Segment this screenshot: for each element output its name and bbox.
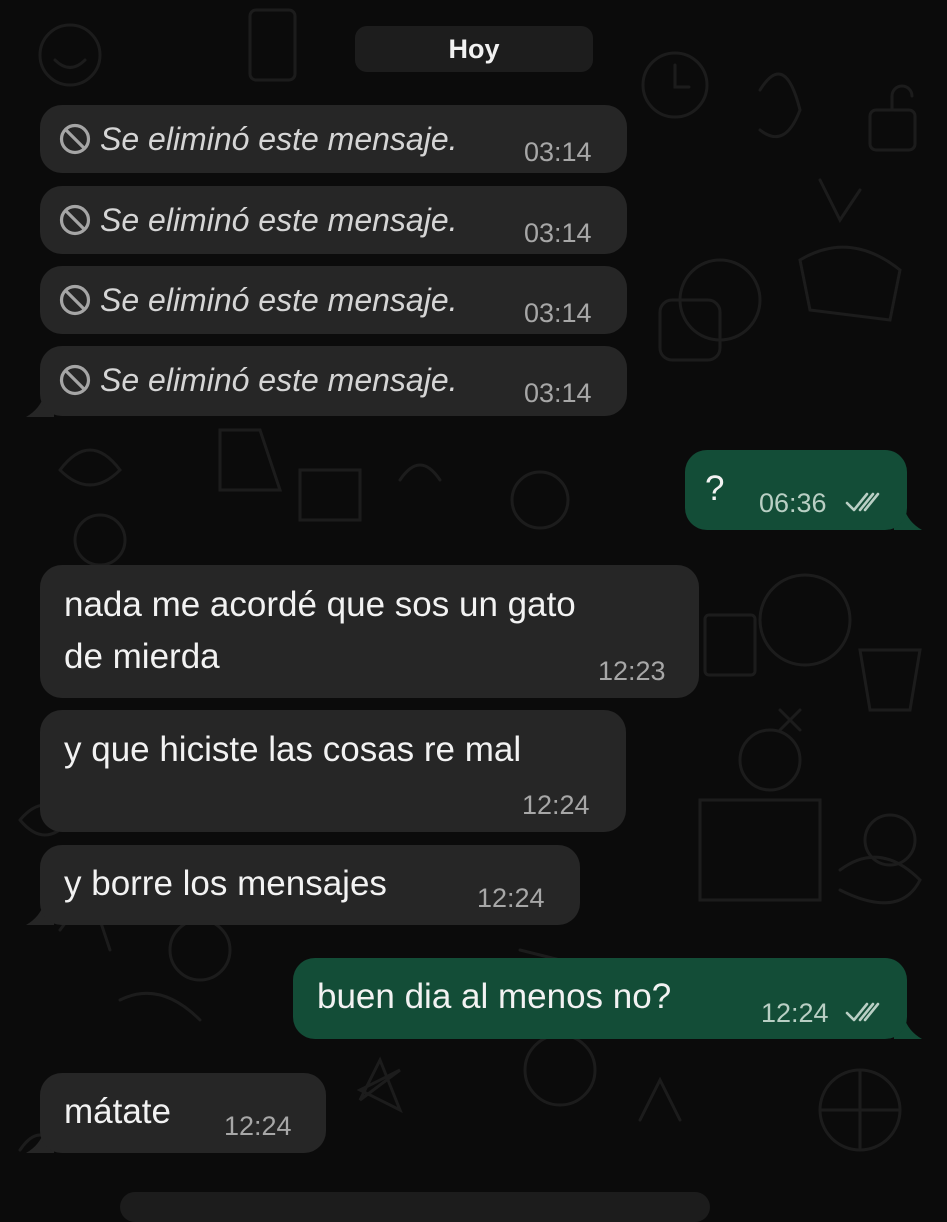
ban-icon xyxy=(59,123,91,155)
deleted-message-text: Se eliminó este mensaje. xyxy=(100,282,458,318)
deleted-message-text: Se eliminó este mensaje. xyxy=(100,202,458,238)
ban-icon xyxy=(59,204,91,236)
message-time: 03:14 xyxy=(524,137,592,167)
message-time: 03:14 xyxy=(524,298,592,328)
outgoing-message[interactable]: ? 06:36 xyxy=(685,450,907,530)
message-time: 12:24 xyxy=(522,790,590,820)
input-bar-edge xyxy=(120,1192,710,1222)
message-time: 12:24 xyxy=(761,998,829,1028)
message-time: 12:23 xyxy=(598,656,666,686)
message-time: 03:14 xyxy=(524,218,592,248)
incoming-message[interactable]: nada me acordé que sos un gato de mierda… xyxy=(40,565,699,698)
incoming-message[interactable]: y borre los mensajes 12:24 xyxy=(40,845,580,925)
deleted-message-text: Se eliminó este mensaje. xyxy=(100,362,458,398)
incoming-message[interactable]: y que hiciste las cosas re mal 12:24 xyxy=(40,710,626,832)
deleted-message[interactable]: Se eliminó este mensaje. 03:14 xyxy=(40,266,627,334)
ban-icon xyxy=(59,284,91,316)
double-check-icon xyxy=(845,1002,880,1022)
outgoing-message[interactable]: buen dia al menos no? 12:24 xyxy=(293,958,907,1039)
message-time: 03:14 xyxy=(524,378,592,408)
deleted-message-text: Se eliminó este mensaje. xyxy=(100,121,458,157)
message-text: y borre los mensajes xyxy=(64,864,387,903)
message-text-line: nada me acordé que sos un gato xyxy=(64,585,576,624)
deleted-message[interactable]: Se eliminó este mensaje. 03:14 xyxy=(40,105,627,173)
ban-icon xyxy=(59,364,91,396)
message-text-line: de mierda xyxy=(64,637,220,676)
message-text: buen dia al menos no? xyxy=(317,977,672,1016)
double-check-icon xyxy=(845,492,880,512)
deleted-message[interactable]: Se eliminó este mensaje. 03:14 xyxy=(40,346,627,416)
message-time: 12:24 xyxy=(224,1111,292,1141)
message-text: y que hiciste las cosas re mal xyxy=(64,730,522,769)
date-separator: Hoy xyxy=(355,26,593,72)
incoming-message[interactable]: mátate 12:24 xyxy=(40,1073,326,1153)
message-time: 06:36 xyxy=(759,488,827,518)
chat-thread: Hoy Se eliminó este mensaje. 03:14 Se el… xyxy=(0,0,947,1222)
message-time: 12:24 xyxy=(477,883,545,913)
deleted-message[interactable]: Se eliminó este mensaje. 03:14 xyxy=(40,186,627,254)
date-separator-label: Hoy xyxy=(448,33,500,64)
message-text: mátate xyxy=(64,1092,171,1131)
message-text: ? xyxy=(705,469,725,508)
